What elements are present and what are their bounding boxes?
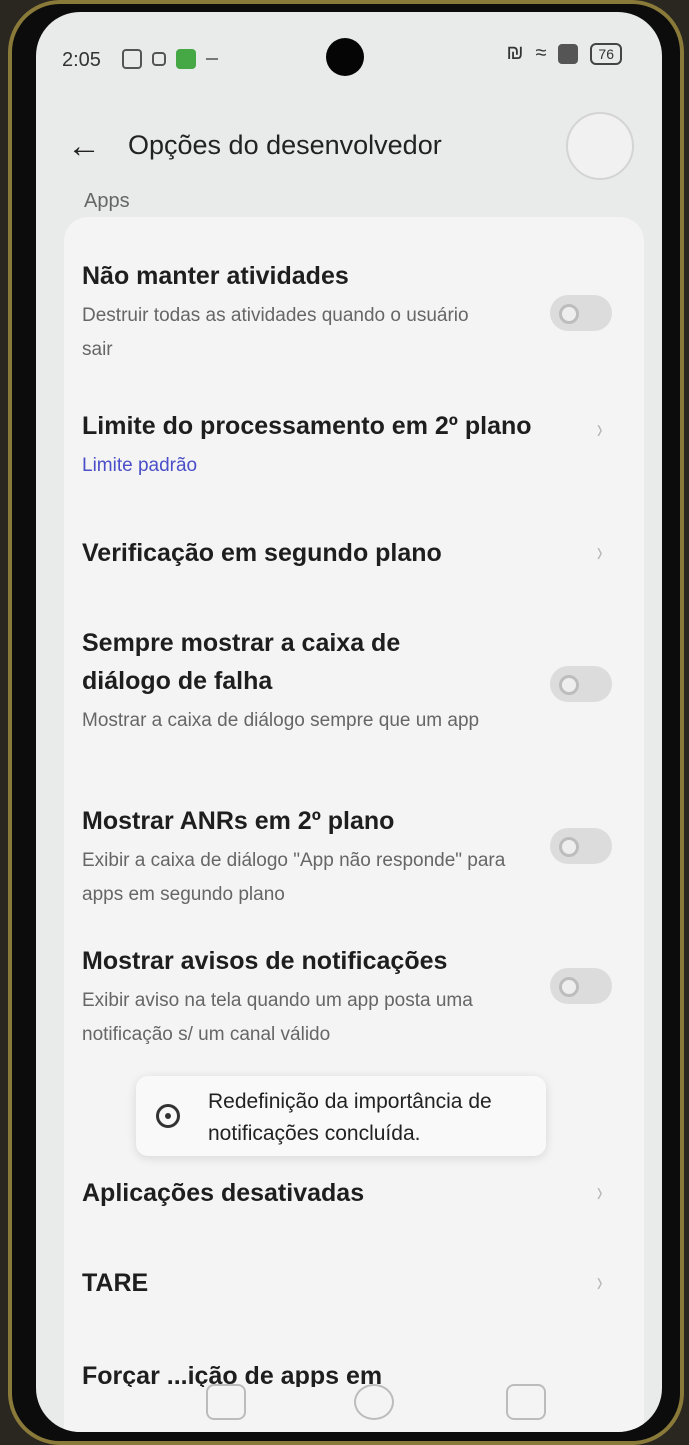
setting-notification-warnings[interactable]: Mostrar avisos de notificações Exibir av… xyxy=(82,942,622,1052)
chevron-right-icon: › xyxy=(596,1176,603,1207)
status-system-icons: ₪ ≈ 76 xyxy=(506,42,622,65)
setting-description: Exibir aviso na tela quando um app posta… xyxy=(82,990,473,1045)
back-arrow-icon[interactable]: ← xyxy=(64,126,104,166)
navigation-bar xyxy=(36,1362,662,1432)
app-bar: ← Opções do desenvolvedor xyxy=(36,112,662,182)
chevron-right-icon: › xyxy=(596,536,603,567)
setting-dont-keep-activities[interactable]: Não manter atividades Destruir todas as … xyxy=(82,257,622,377)
setting-description: Mostrar a caixa de diálogo sempre que um… xyxy=(82,710,480,731)
status-bar: 2:05 ₪ ≈ 76 xyxy=(36,12,662,82)
setting-title: Verificação em segundo plano xyxy=(82,539,442,567)
setting-tare[interactable]: TARE › xyxy=(82,1264,622,1314)
setting-background-check[interactable]: Verificação em segundo plano › xyxy=(82,534,622,584)
app-notification-icon xyxy=(176,49,196,69)
setting-show-crash-dialog[interactable]: Sempre mostrar a caixa de diálogo de fal… xyxy=(82,624,622,764)
setting-title: Aplicações desativadas xyxy=(82,1179,365,1207)
toggle-switch[interactable] xyxy=(550,968,612,1004)
section-label-apps: Apps xyxy=(84,190,130,212)
avatar-button[interactable] xyxy=(566,112,634,180)
toggle-switch[interactable] xyxy=(550,828,612,864)
setting-description: Destruir todas as atividades quando o us… xyxy=(82,305,469,360)
back-button[interactable] xyxy=(506,1384,546,1420)
home-button[interactable] xyxy=(354,1384,394,1420)
toggle-switch[interactable] xyxy=(550,666,612,702)
chevron-right-icon: › xyxy=(596,1266,603,1297)
setting-title: TARE xyxy=(82,1269,149,1297)
setting-background-anrs[interactable]: Mostrar ANRs em 2º plano Exibir a caixa … xyxy=(82,802,622,912)
setting-disabled-apps[interactable]: Aplicações desativadas › xyxy=(82,1174,622,1224)
screen: 2:05 ₪ ≈ 76 ← Opções do desenvolvedor Ap… xyxy=(36,12,662,1432)
notification-icon xyxy=(122,49,142,69)
notification-icon xyxy=(152,52,166,66)
setting-description: Exibir a caixa de diálogo "App não respo… xyxy=(82,850,506,905)
phone-frame: 2:05 ₪ ≈ 76 ← Opções do desenvolvedor Ap… xyxy=(8,0,684,1445)
status-notification-icons xyxy=(122,49,218,69)
setting-title: Mostrar avisos de notificações xyxy=(82,947,448,975)
setting-title: Não manter atividades xyxy=(82,262,349,290)
recents-button[interactable] xyxy=(206,1384,246,1420)
battery-icon: 76 xyxy=(590,42,622,65)
page-title: Opções do desenvolvedor xyxy=(128,130,442,160)
nfc-icon: ₪ xyxy=(506,42,524,64)
setting-background-process-limit[interactable]: Limite do processamento em 2º plano Limi… xyxy=(82,407,622,502)
setting-title: Limite do processamento em 2º plano xyxy=(82,412,532,440)
front-camera xyxy=(326,38,364,76)
app-icon xyxy=(156,1104,180,1128)
overflow-icon xyxy=(206,58,218,60)
signal-icon xyxy=(558,43,579,64)
status-time: 2:05 xyxy=(62,49,101,71)
setting-value: Limite padrão xyxy=(82,455,198,476)
toggle-switch[interactable] xyxy=(550,295,612,331)
chevron-right-icon: › xyxy=(596,413,603,444)
setting-title: Mostrar ANRs em 2º plano xyxy=(82,807,395,835)
toast-text: Redefinição da importância de notificaçõ… xyxy=(208,1090,492,1145)
setting-title: Sempre mostrar a caixa de diálogo de fal… xyxy=(82,629,401,695)
wifi-icon: ≈ xyxy=(535,42,547,64)
toast-message: Redefinição da importância de notificaçõ… xyxy=(136,1076,546,1156)
